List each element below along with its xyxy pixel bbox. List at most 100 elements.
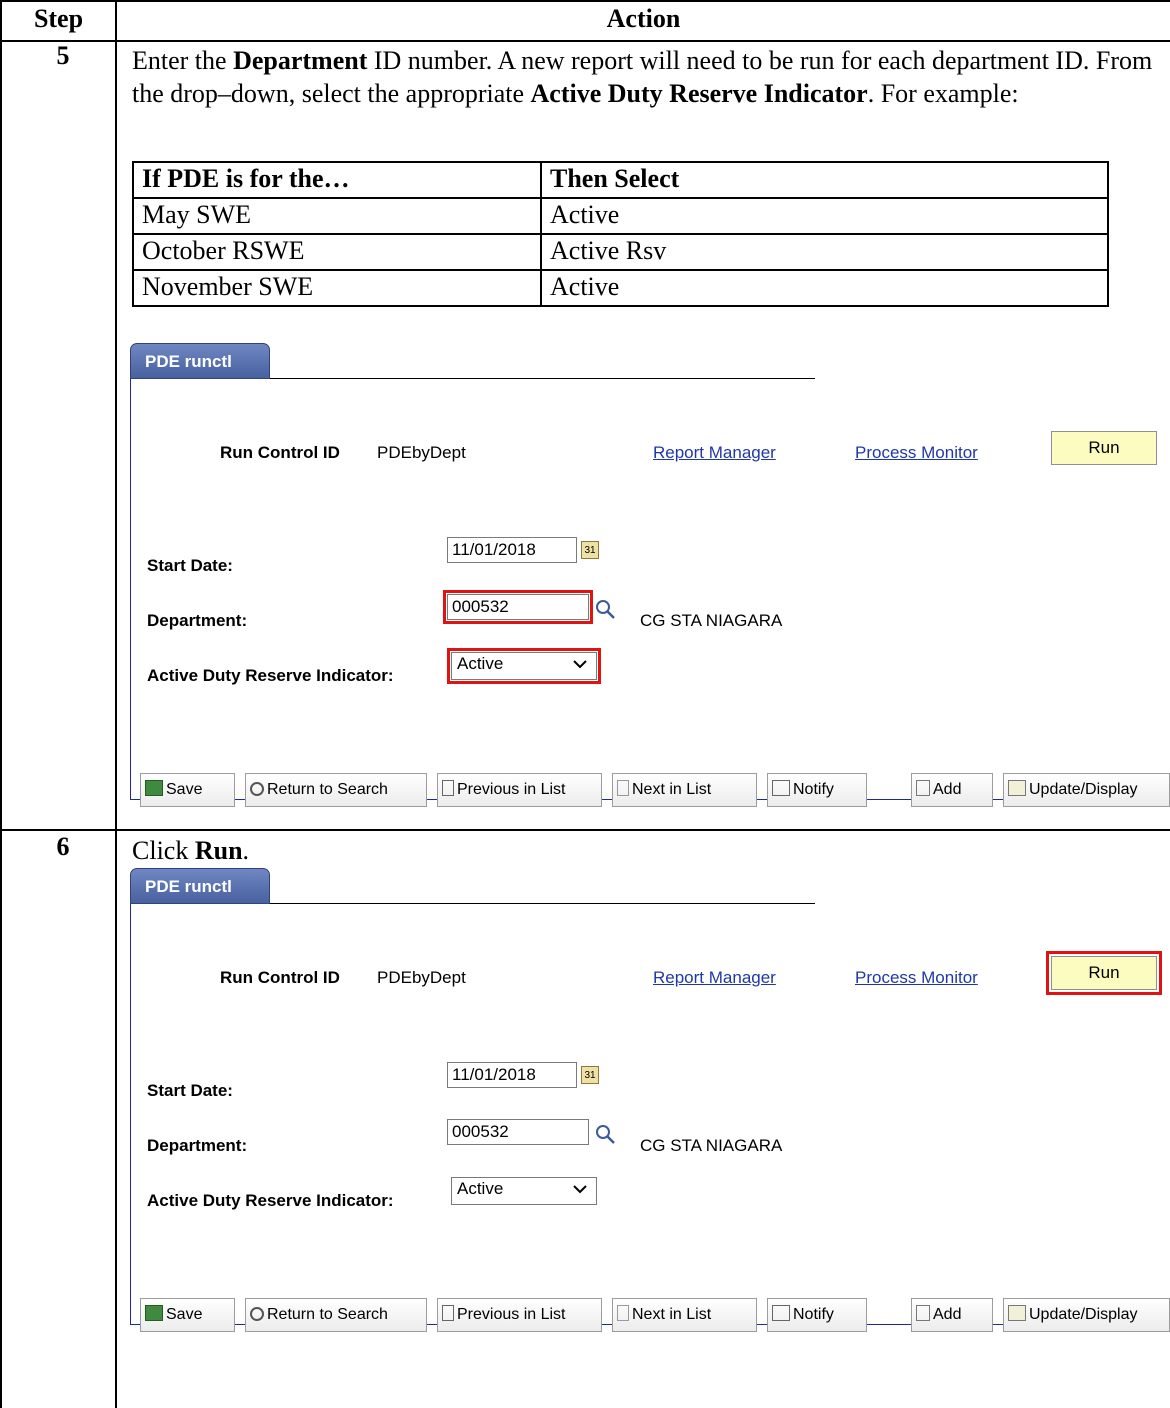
step-column-divider (115, 0, 117, 1408)
update-display-label: Update/Display (1029, 781, 1138, 798)
bold-term: Run (194, 836, 243, 865)
next-in-list-label: Next in List (632, 1306, 712, 1323)
bold-term: Active Duty Reserve Indicator (530, 79, 868, 108)
indicator-select[interactable]: Active (447, 648, 601, 684)
example-cell: November SWE (132, 269, 542, 307)
panel-frame (130, 378, 1170, 800)
instruction-text: . For example: (867, 79, 1019, 108)
notify-icon (772, 1305, 790, 1321)
save-icon (145, 1305, 163, 1321)
example-header-cell: Then Select (540, 161, 1109, 199)
indicator-selected-value: Active (457, 654, 504, 673)
step-column-header: Step (33, 4, 84, 33)
add-label: Add (933, 1306, 962, 1323)
calendar-icon[interactable]: 31 (581, 1066, 599, 1084)
table-top-border (0, 0, 1170, 2)
indicator-select[interactable]: Active (451, 1177, 597, 1205)
return-search-icon (250, 1307, 264, 1321)
return-to-search-label: Return to Search (267, 1306, 388, 1323)
table-row: November SWE Active (132, 269, 1109, 307)
instruction-text: . (242, 836, 250, 865)
notify-label: Notify (793, 781, 834, 798)
previous-in-list-button[interactable]: Previous in List (437, 773, 602, 807)
panel-frame (130, 903, 1170, 1325)
return-to-search-button[interactable]: Return to Search (245, 773, 427, 807)
update-display-label: Update/Display (1029, 1306, 1138, 1323)
tab-underline (270, 378, 815, 379)
notify-button[interactable]: Notify (767, 773, 867, 807)
step-instruction: Click Run. (132, 834, 1162, 867)
update-display-button[interactable]: Update/Display (1003, 1298, 1170, 1332)
add-button[interactable]: Add (911, 773, 993, 807)
start-date-input[interactable]: 11/01/2018 (447, 1062, 577, 1088)
step-instruction: Enter the Department ID number. A new re… (132, 44, 1162, 110)
next-in-list-button[interactable]: Next in List (612, 1298, 757, 1332)
tab-pde-runctl[interactable]: PDE runctl (130, 343, 270, 379)
department-input[interactable]: 000532 (447, 1119, 589, 1145)
start-date-input[interactable]: 11/01/2018 (447, 537, 577, 563)
add-icon (916, 1305, 930, 1321)
save-button[interactable]: Save (140, 1298, 235, 1332)
indicator-selected-value: Active (457, 1179, 504, 1198)
example-header-cell: If PDE is for the… (132, 161, 542, 199)
example-cell: Active (540, 197, 1109, 235)
previous-in-list-label: Previous in List (457, 781, 566, 798)
example-cell: Active Rsv (540, 233, 1109, 271)
tab-underline (270, 903, 815, 904)
run-control-value: PDEbyDept (377, 968, 466, 987)
step-number: 6 (56, 832, 70, 861)
update-display-icon (1008, 1305, 1026, 1321)
table-row: If PDE is for the… Then Select (132, 161, 1109, 199)
chevron-down-icon (573, 660, 587, 669)
notify-label: Notify (793, 1306, 834, 1323)
department-description: CG STA NIAGARA (640, 1136, 783, 1155)
add-icon (916, 780, 930, 796)
next-in-list-icon (617, 1305, 629, 1321)
table-row: October RSWE Active Rsv (132, 233, 1109, 271)
example-cell: October RSWE (132, 233, 542, 271)
return-to-search-button[interactable]: Return to Search (245, 1298, 427, 1332)
bold-term: Department (233, 46, 368, 75)
instruction-text: Enter the (132, 46, 234, 75)
save-button[interactable]: Save (140, 773, 235, 807)
notify-icon (772, 780, 790, 796)
save-label: Save (166, 1306, 203, 1323)
indicator-label: Active Duty Reserve Indicator: (147, 1191, 394, 1210)
pde-runctl-panel: PDE runctl Run Control ID PDEbyDept Repo… (130, 343, 1170, 807)
update-display-button[interactable]: Update/Display (1003, 773, 1170, 807)
next-in-list-label: Next in List (632, 781, 712, 798)
search-icon[interactable] (594, 598, 616, 620)
report-manager-link[interactable]: Report Manager (653, 443, 776, 463)
pde-runctl-panel: PDE runctl Run Control ID PDEbyDept Repo… (130, 868, 1170, 1332)
next-in-list-button[interactable]: Next in List (612, 773, 757, 807)
add-label: Add (933, 781, 962, 798)
previous-in-list-button[interactable]: Previous in List (437, 1298, 602, 1332)
example-table: If PDE is for the… Then Select May SWE A… (132, 161, 1109, 307)
previous-in-list-icon (442, 780, 454, 796)
run-control-label: Run Control ID (220, 443, 340, 462)
report-manager-link[interactable]: Report Manager (653, 968, 776, 988)
search-icon[interactable] (594, 1123, 616, 1145)
run-button[interactable]: Run (1046, 951, 1162, 995)
run-button[interactable]: Run (1051, 431, 1157, 465)
add-button[interactable]: Add (911, 1298, 993, 1332)
department-label: Department: (147, 1136, 248, 1155)
table-row: May SWE Active (132, 197, 1109, 235)
process-monitor-link[interactable]: Process Monitor (855, 968, 978, 988)
instruction-text: Click (132, 836, 195, 865)
indicator-label: Active Duty Reserve Indicator: (147, 666, 394, 685)
example-cell: Active (540, 269, 1109, 307)
department-description: CG STA NIAGARA (640, 611, 783, 630)
chevron-down-icon (573, 1185, 587, 1194)
start-date-label: Start Date: (147, 1081, 233, 1100)
notify-button[interactable]: Notify (767, 1298, 867, 1332)
header-bottom-border (0, 40, 1170, 42)
calendar-icon[interactable]: 31 (581, 541, 599, 559)
process-monitor-link[interactable]: Process Monitor (855, 443, 978, 463)
return-to-search-label: Return to Search (267, 781, 388, 798)
table-left-border (0, 0, 2, 1408)
tab-pde-runctl[interactable]: PDE runctl (130, 868, 270, 904)
previous-in-list-icon (442, 1305, 454, 1321)
run-control-label: Run Control ID (220, 968, 340, 987)
department-input[interactable]: 000532 (443, 590, 593, 624)
